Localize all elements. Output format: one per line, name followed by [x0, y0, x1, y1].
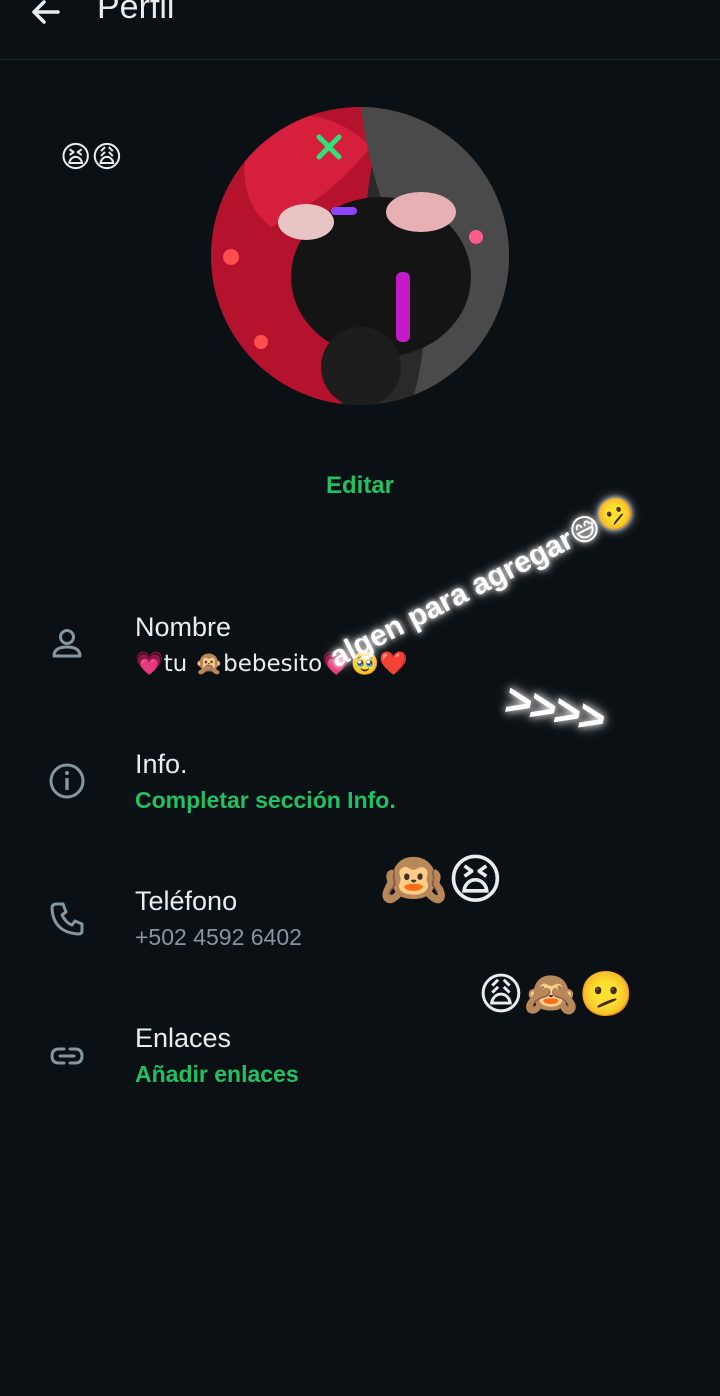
row-info[interactable]: Info. Completar sección Info.	[0, 749, 720, 859]
link-icon	[50, 1047, 84, 1065]
phone-label: Teléfono	[135, 886, 238, 916]
app-bar: Perfil	[0, 0, 720, 60]
phone-value: +502 4592 6402	[135, 924, 302, 950]
sticker-emoji-top-left: 😫😩	[60, 140, 123, 175]
page-title: Perfil	[97, 0, 175, 26]
arrow-left-icon	[32, 0, 60, 24]
phone-icon	[50, 902, 84, 936]
sticker-emoji-phone-row: 🙉😫	[380, 848, 504, 911]
back-button[interactable]	[26, 0, 66, 32]
sticker-emoji-links-row: 😩🙈🫤	[478, 969, 634, 1020]
links-value[interactable]: Añadir enlaces	[135, 1061, 299, 1088]
profile-photo[interactable]	[211, 107, 509, 405]
info-label: Info.	[135, 749, 188, 779]
row-links[interactable]: Enlaces Añadir enlaces	[0, 1023, 720, 1133]
info-value[interactable]: Completar sección Info.	[135, 787, 396, 814]
links-label: Enlaces	[135, 1023, 232, 1053]
sticker-caption-emoji: 😅🫤	[563, 490, 641, 554]
name-label: Nombre	[135, 612, 232, 642]
person-icon	[52, 629, 82, 658]
info-icon	[49, 763, 85, 799]
